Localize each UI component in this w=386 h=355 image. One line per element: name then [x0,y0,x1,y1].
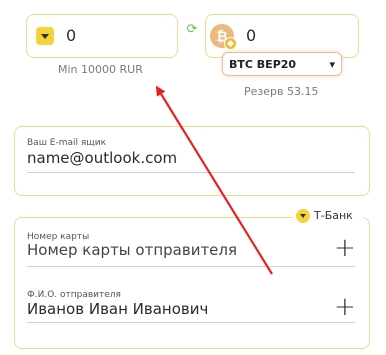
bank-name[interactable]: Т-Банк [314,209,353,222]
card-number-underline [27,266,355,267]
currency-dropdown-icon[interactable] [36,27,54,45]
add-holder-icon[interactable]: + [334,294,356,320]
chevron-down-icon: ▾ [329,57,335,71]
bank-dropdown-icon[interactable] [296,209,310,223]
email-underline [27,172,355,173]
currency-select[interactable]: BTC BEP20 ▾ [222,52,342,76]
email-input[interactable]: name@outlook.com [27,149,177,167]
holder-input[interactable]: Иванов Иван Иванович [27,300,208,318]
holder-underline [27,322,355,323]
refresh-icon[interactable]: ⟳ [185,23,199,37]
add-card-number-icon[interactable]: + [334,235,356,261]
email-label: Ваш E-mail ящик [27,138,107,148]
card-number-input[interactable]: Номер карты отправителя [27,241,237,259]
amount-from-value[interactable]: 0 [66,26,76,45]
bnb-chain-icon [224,37,237,50]
currency-select-value: BTC BEP20 [229,57,297,71]
holder-label: Ф.И.О. отправителя [27,290,121,300]
amount-to-value[interactable]: 0 [246,26,256,45]
reserve-note: Резерв 53.15 [244,85,319,98]
min-amount-note: Min 10000 RUR [58,63,143,76]
